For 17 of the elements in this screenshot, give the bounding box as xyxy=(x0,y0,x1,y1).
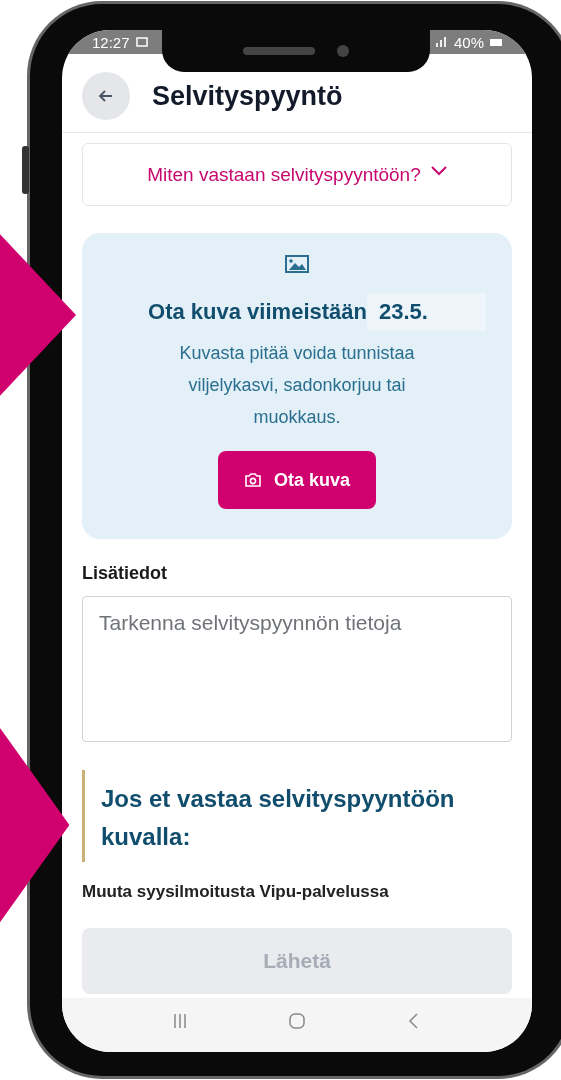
details-input-field[interactable]: Tarkenna selvityspyynnön tietoja xyxy=(82,596,512,742)
instruction-text: Muuta syysilmoitusta Vipu-palvelussa xyxy=(82,882,390,902)
chevron-down-icon xyxy=(430,165,447,176)
page-title: Selvityspyyntö xyxy=(152,80,343,112)
signal-icon xyxy=(433,37,448,47)
card-description: Kuvasta pitää voida tunnistaa viljelykasvi, sadonkorjuu tai muokkaus. xyxy=(178,342,416,429)
field-label: Lisätiedot xyxy=(82,563,168,584)
card-heading: Ota kuva viimeistään xyxy=(148,299,367,325)
deadline-date: 23.5. xyxy=(366,293,486,331)
take-photo-button[interactable]: Ota kuva xyxy=(218,451,376,509)
status-time: 12:27 xyxy=(92,33,130,51)
back-button[interactable] xyxy=(82,72,130,120)
camera-icon xyxy=(243,472,262,488)
battery-percentage: 40% xyxy=(453,33,484,51)
section-heading: Jos et vastaa selvityspyyntöön kuvalla: xyxy=(101,784,456,852)
home-icon[interactable] xyxy=(287,1011,307,1031)
accordion-toggle[interactable]: Miten vastaan selvityspyyntöön? xyxy=(82,143,512,206)
